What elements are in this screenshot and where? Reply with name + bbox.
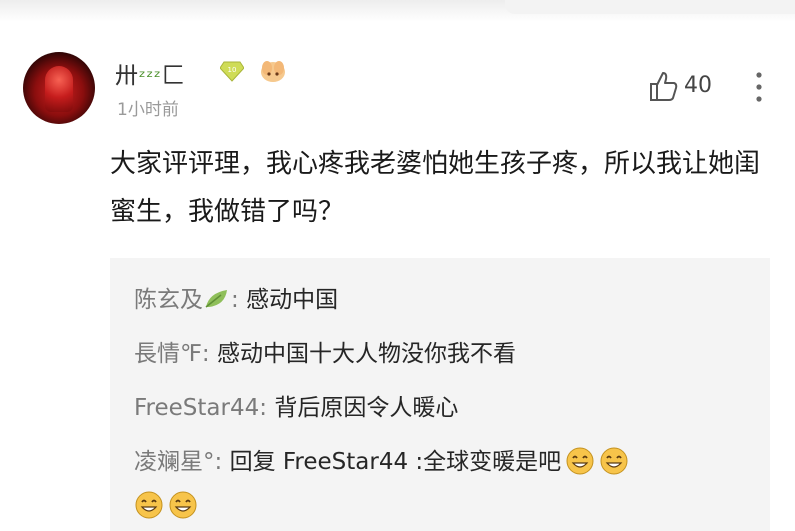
reply-text: 回复 FreeStar44 :全球变暖是吧 bbox=[229, 449, 562, 475]
like-count: 40 bbox=[684, 73, 712, 98]
status-bar bbox=[0, 0, 795, 22]
reply-separator: : bbox=[201, 341, 217, 367]
more-options-icon[interactable] bbox=[752, 70, 766, 104]
hands-emoji-icon bbox=[261, 61, 285, 82]
username-zzz: ᶻᶻᶻ bbox=[139, 67, 162, 88]
reply-author[interactable]: 陈玄及 bbox=[134, 287, 203, 313]
reply-emoji-line bbox=[134, 490, 198, 520]
reply-separator: : bbox=[214, 449, 230, 475]
reply-author[interactable]: FreeStar44 bbox=[134, 395, 259, 421]
reply-author[interactable]: 凌斓星° bbox=[134, 449, 215, 475]
reply-text: 感动中国 bbox=[246, 287, 339, 313]
reply-item[interactable]: FreeStar44: 背后原因令人暖心 bbox=[134, 388, 458, 422]
reply-author[interactable]: 長情℉ bbox=[134, 341, 202, 367]
reply-item[interactable]: 凌斓星°: 回复 FreeStar44 :全球变暖是吧 bbox=[134, 442, 629, 476]
avatar[interactable] bbox=[23, 52, 95, 124]
reply-item[interactable]: 陈玄及: 感动中国 bbox=[134, 280, 338, 314]
leaf-icon bbox=[205, 290, 227, 308]
username-main: 卅 bbox=[115, 63, 139, 89]
grin-emoji-icon bbox=[169, 491, 197, 519]
reply-text: 背后原因令人暖心 bbox=[274, 395, 459, 421]
grin-emoji-icon bbox=[135, 491, 163, 519]
reply-text: 感动中国十大人物没你我不看 bbox=[216, 341, 516, 367]
reply-list[interactable]: 陈玄及: 感动中国 長情℉: 感动中国十大人物没你我不看 FreeStar44:… bbox=[110, 258, 770, 531]
thumbs-up-icon[interactable] bbox=[648, 70, 678, 102]
gem-badge-icon: 10 bbox=[220, 61, 244, 82]
svg-text:10: 10 bbox=[228, 66, 237, 74]
grin-emoji-icon bbox=[600, 447, 628, 475]
post-time: 1小时前 bbox=[117, 100, 179, 120]
reply-separator: : bbox=[259, 395, 275, 421]
comment-text: 大家评评理，我心疼我老婆怕她生孩子疼，所以我让她闺蜜生，我做错了吗？ bbox=[110, 149, 761, 227]
top-handle bbox=[505, 0, 795, 14]
avatar-figure bbox=[45, 66, 73, 112]
reply-item[interactable]: 長情℉: 感动中国十大人物没你我不看 bbox=[134, 334, 516, 368]
grin-emoji-icon bbox=[566, 447, 594, 475]
username-end: 匚 bbox=[161, 63, 186, 89]
reply-separator: : bbox=[231, 287, 247, 313]
username[interactable]: 卅ᶻᶻᶻ匚 bbox=[115, 56, 186, 90]
